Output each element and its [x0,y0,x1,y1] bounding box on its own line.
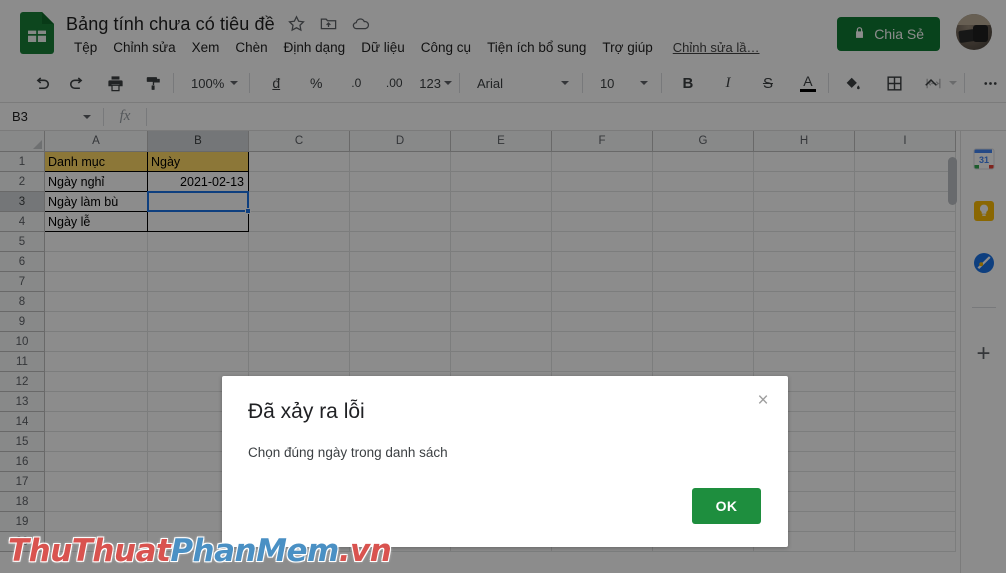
ok-button[interactable]: OK [692,488,761,524]
close-icon[interactable]: × [751,388,775,412]
watermark-part-3: .vn [338,533,392,569]
sheets-app-window: Bảng tính chưa có tiêu đề Tệp Chỉnh sửa … [0,0,1006,573]
dialog-title: Đã xảy ra lỗi [248,400,365,423]
error-dialog: × Đã xảy ra lỗi Chọn đúng ngày trong dan… [222,376,788,547]
watermark-part-2: PhanMem [170,533,339,569]
watermark-part-1: ThuThuat [8,533,171,569]
dialog-message: Chọn đúng ngày trong danh sách [248,445,448,460]
watermark: ThuThuatPhanMem.vn [8,533,392,569]
